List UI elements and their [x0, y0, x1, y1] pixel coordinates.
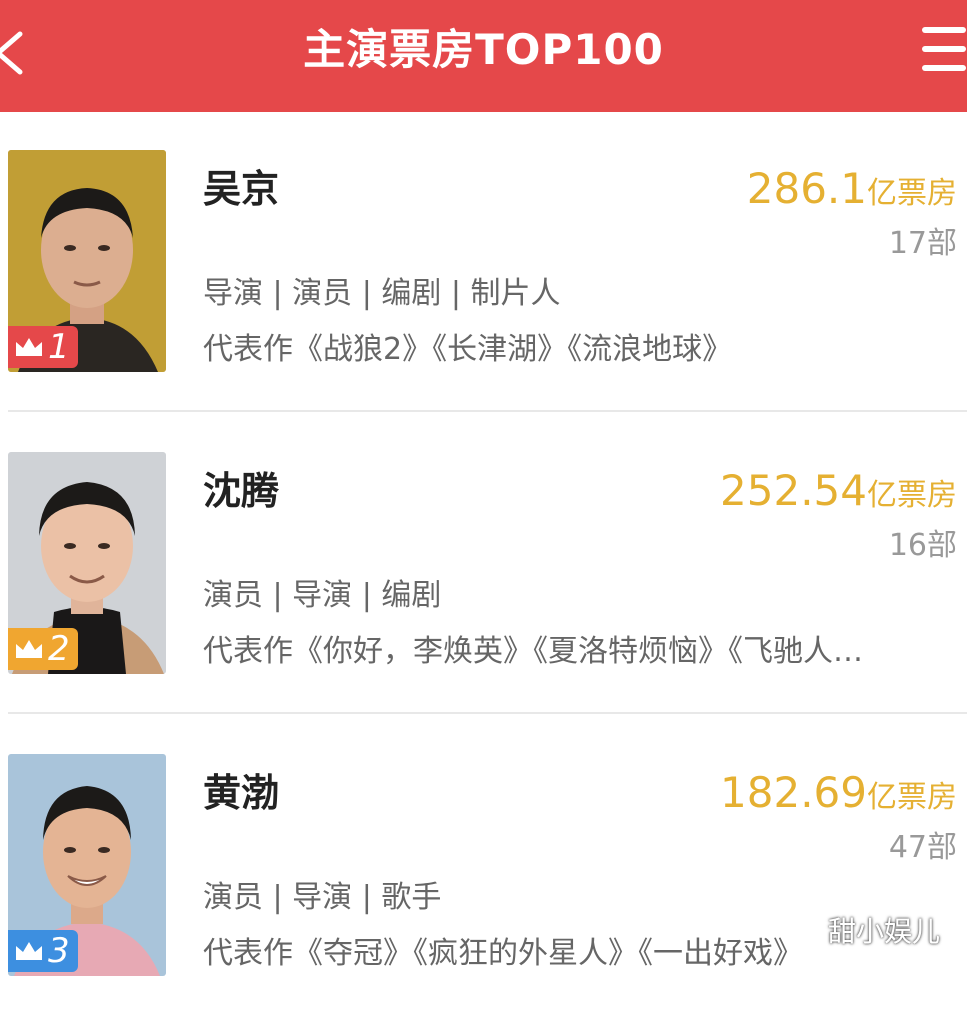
box-office-unit: 亿票房 [867, 780, 957, 815]
avatar: 3 [8, 754, 166, 976]
actor-roles: 演员 | 导演 | 编剧 [203, 578, 442, 613]
representative-works: 代表作《你好，李焕英》《夏洛特烦恼》《飞驰人… [203, 634, 863, 669]
box-office: 286.1亿票房 [747, 164, 957, 223]
watermark: 甜小娱儿 [828, 915, 941, 948]
box-office-value: 182.69 [720, 768, 867, 817]
crown-icon [16, 640, 42, 658]
box-office-unit: 亿票房 [867, 478, 957, 513]
actor-roles: 演员 | 导演 | 歌手 [203, 880, 442, 915]
crown-icon [16, 942, 42, 960]
divider [8, 410, 967, 412]
list-item[interactable]: 2 沈腾 252.54亿票房 16部 演员 | 导演 | 编剧 代表作《你好，李… [0, 414, 967, 714]
top-bar: 主演票房TOP100 [0, 0, 967, 112]
box-office-unit: 亿票房 [867, 176, 957, 211]
box-office-value: 252.54 [720, 466, 867, 515]
rank-number: 2 [48, 629, 70, 669]
avatar: 2 [8, 452, 166, 674]
box-office: 182.69亿票房 [720, 768, 957, 827]
crown-icon [16, 338, 42, 356]
rank-badge: 2 [8, 628, 78, 670]
rank-badge: 3 [8, 930, 78, 972]
representative-works: 代表作《战狼2》《长津湖》《流浪地球》 [203, 332, 733, 367]
actor-roles: 导演 | 演员 | 编剧 | 制片人 [203, 276, 561, 311]
list-item[interactable]: 1 吴京 286.1亿票房 17部 导演 | 演员 | 编剧 | 制片人 代表作… [0, 112, 967, 412]
actor-name[interactable]: 吴京 [203, 164, 279, 214]
rank-number: 1 [48, 327, 70, 367]
avatar: 1 [8, 150, 166, 372]
divider [8, 712, 967, 714]
rank-badge: 1 [8, 326, 78, 368]
rank-number: 3 [48, 931, 70, 971]
actor-name[interactable]: 黄渤 [203, 768, 279, 818]
box-office: 252.54亿票房 [720, 466, 957, 525]
film-count: 17部 [888, 226, 957, 261]
film-count: 47部 [888, 830, 957, 865]
page-title: 主演票房TOP100 [303, 25, 664, 74]
actor-name[interactable]: 沈腾 [203, 466, 279, 516]
list-item[interactable]: 3 黄渤 182.69亿票房 47部 演员 | 导演 | 歌手 代表作《夺冠》《… [0, 716, 967, 1016]
hamburger-menu-icon[interactable] [922, 27, 966, 73]
film-count: 16部 [888, 528, 957, 563]
box-office-value: 286.1 [746, 164, 867, 213]
